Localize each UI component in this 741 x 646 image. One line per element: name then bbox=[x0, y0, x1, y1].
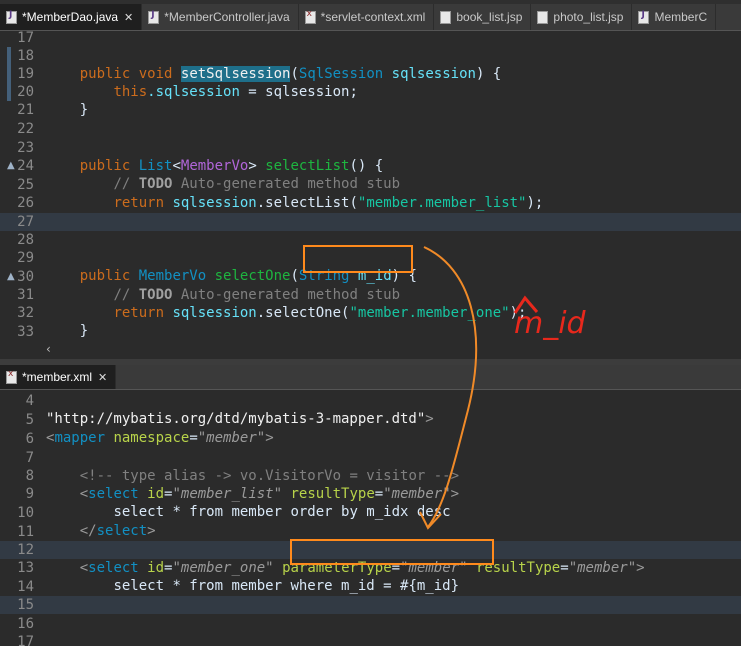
line-number: 16 bbox=[17, 616, 34, 632]
line-number: 12 bbox=[17, 542, 34, 558]
scroll-left-icon[interactable]: ‹ bbox=[46, 342, 51, 356]
line-number: 28 bbox=[17, 232, 34, 248]
line-number: 14 bbox=[17, 579, 34, 595]
line-number: 15 bbox=[17, 597, 34, 613]
line-number: 13 bbox=[17, 560, 34, 576]
line-number: 33 bbox=[17, 324, 34, 340]
line-number: 9 bbox=[25, 486, 34, 502]
tab-label: *MemberDao.java bbox=[22, 10, 119, 24]
close-icon[interactable]: ✕ bbox=[98, 371, 107, 384]
line-number: 20 bbox=[17, 84, 34, 100]
line-number: 25 bbox=[17, 177, 34, 193]
line-number: 23 bbox=[17, 140, 34, 156]
xml-tab-bar: *member.xml ✕ bbox=[0, 365, 741, 390]
line-number: 26 bbox=[17, 195, 34, 211]
java-file-icon bbox=[148, 10, 160, 24]
jsp-file-icon bbox=[440, 10, 452, 24]
line-number: 21 bbox=[17, 102, 34, 118]
parametertype-highlight-box bbox=[290, 539, 494, 565]
tab-member-xml[interactable]: *member.xml ✕ bbox=[0, 365, 117, 389]
line-number: 27 bbox=[17, 214, 34, 230]
line-number: 31 bbox=[17, 287, 34, 303]
line-number: 10 bbox=[17, 505, 34, 521]
tab-label: *servlet-context.xml bbox=[320, 10, 426, 24]
tab-label: *MemberController.java bbox=[164, 10, 290, 24]
tab-label: MemberC bbox=[654, 10, 708, 24]
xml-file-icon bbox=[6, 369, 17, 384]
line-number: 6 bbox=[25, 431, 34, 447]
line-number: 18 bbox=[17, 48, 34, 64]
tab-label: *member.xml bbox=[22, 370, 93, 384]
tab-membercontroller-java[interactable]: *MemberController.java bbox=[142, 4, 299, 30]
line-number: 11 bbox=[17, 524, 34, 540]
tab-book-list-jsp[interactable]: book_list.jsp bbox=[434, 4, 532, 30]
line-number: 29 bbox=[17, 250, 34, 266]
tab-servlet-context-xml[interactable]: *servlet-context.xml bbox=[299, 4, 435, 30]
xml-editor[interactable]: 4 "http://mybatis.org/dtd/mybatis-3-mapp… bbox=[0, 390, 741, 646]
tab-photo-list-jsp[interactable]: photo_list.jsp bbox=[531, 4, 633, 30]
line-number: 22 bbox=[17, 121, 34, 137]
line-number: 4 bbox=[25, 393, 34, 409]
line-number: 8 bbox=[25, 468, 34, 484]
horizontal-scrollbar[interactable]: ‹ bbox=[0, 341, 741, 359]
line-number: 7 bbox=[25, 450, 34, 466]
tab-memberc[interactable]: MemberC bbox=[632, 4, 717, 30]
line-number: 17 bbox=[17, 634, 34, 646]
close-icon[interactable]: ✕ bbox=[124, 11, 133, 24]
line-number: 24 bbox=[17, 158, 34, 174]
tab-label: photo_list.jsp bbox=[553, 10, 624, 24]
jsp-file-icon bbox=[537, 10, 549, 24]
java-file-icon bbox=[6, 10, 17, 24]
param-highlight-box bbox=[303, 245, 413, 273]
java-editor[interactable]: 17 18 public void setSqlsession(SqlSessi… bbox=[0, 31, 741, 341]
java-file-icon bbox=[638, 10, 650, 24]
line-number: 30 bbox=[17, 269, 34, 285]
line-number: 19 bbox=[17, 66, 34, 82]
tab-memberdao-java[interactable]: *MemberDao.java ✕ bbox=[0, 4, 143, 30]
tab-label: book_list.jsp bbox=[456, 10, 523, 24]
line-number: 5 bbox=[25, 412, 34, 428]
line-number: 32 bbox=[17, 305, 34, 321]
line-number: 17 bbox=[17, 31, 34, 46]
xml-file-icon bbox=[304, 9, 316, 24]
editor-tab-bar: *MemberDao.java ✕ *MemberController.java… bbox=[0, 4, 741, 31]
annotation-text: m_id bbox=[514, 306, 586, 341]
